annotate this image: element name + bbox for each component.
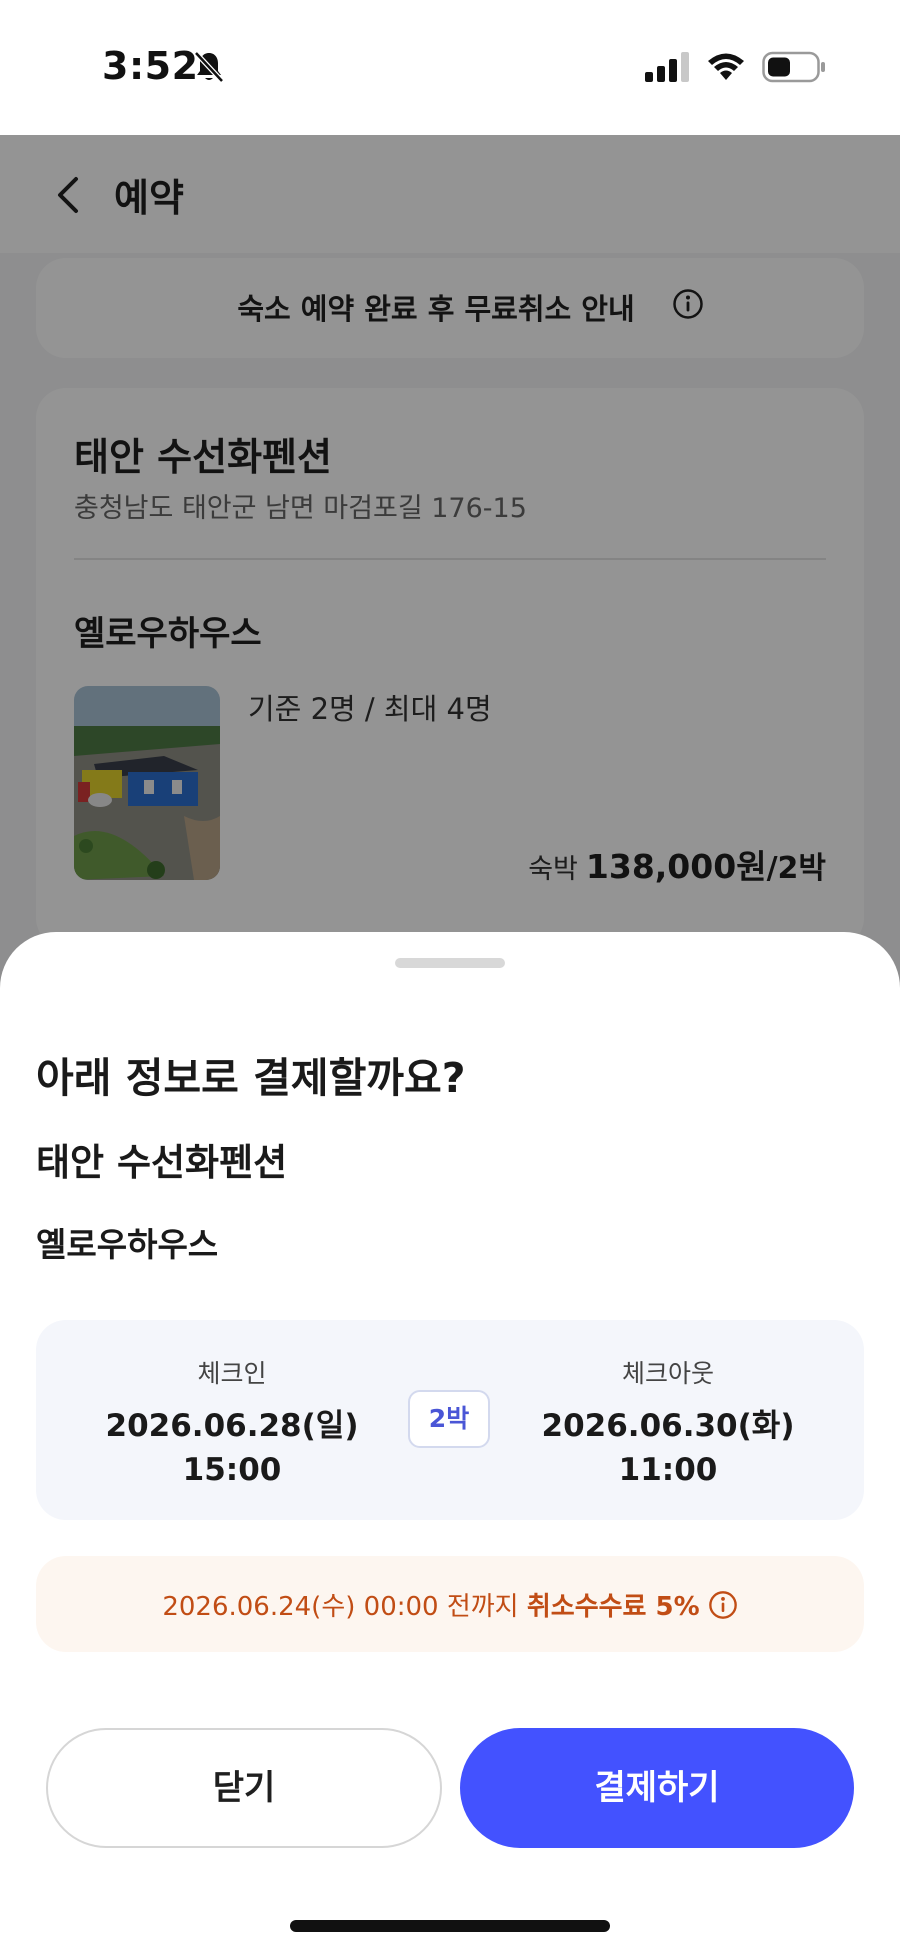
info-icon[interactable] bbox=[708, 1590, 738, 1620]
payment-confirm-sheet: 아래 정보로 결제할까요? 태안 수선화펜션 옐로우하우스 체크인 2026.0… bbox=[0, 932, 900, 1951]
sheet-title: 아래 정보로 결제할까요? bbox=[36, 1054, 466, 1102]
status-bar: 3:52 bbox=[0, 0, 900, 135]
wifi-icon bbox=[708, 53, 744, 80]
date-summary: 체크인 2026.06.28(일) 15:00 2박 체크아웃 2026.06.… bbox=[36, 1320, 864, 1520]
cancel-fee-rate: 취소수수료 5% bbox=[526, 1592, 700, 1622]
checkout-time: 11:00 bbox=[618, 1452, 718, 1488]
checkin-date: 2026.06.28(일) bbox=[105, 1408, 359, 1444]
nights-badge: 2박 bbox=[408, 1390, 490, 1448]
checkin-info: 체크인 2026.06.28(일) 15:00 bbox=[82, 1354, 382, 1492]
screen: 3:52 예약 숙소 예약 완료 후 무료취소 안내 태안 수선화펜션 충청남도… bbox=[0, 0, 900, 1951]
battery-icon bbox=[762, 51, 825, 83]
checkin-label: 체크인 bbox=[197, 1359, 267, 1388]
checkin-time: 15:00 bbox=[182, 1452, 282, 1488]
signal-icon bbox=[645, 52, 689, 82]
cancel-fee-deadline: 2026.06.24(수) 00:00 전까지 bbox=[162, 1592, 527, 1622]
pay-button[interactable]: 결제하기 bbox=[460, 1728, 854, 1848]
sheet-room-name: 옐로우하우스 bbox=[36, 1225, 219, 1264]
cancel-fee-notice: 2026.06.24(수) 00:00 전까지 취소수수료 5% bbox=[36, 1556, 864, 1652]
cancel-fee-text: 2026.06.24(수) 00:00 전까지 취소수수료 5% bbox=[36, 1586, 864, 1623]
checkout-info: 체크아웃 2026.06.30(화) 11:00 bbox=[518, 1354, 818, 1492]
status-time: 3:52 bbox=[102, 44, 199, 88]
sheet-stay-name: 태안 수선화펜션 bbox=[36, 1141, 288, 1184]
checkout-date: 2026.06.30(화) bbox=[541, 1408, 795, 1444]
home-indicator bbox=[290, 1920, 610, 1932]
close-button[interactable]: 닫기 bbox=[46, 1728, 442, 1848]
sheet-drag-handle[interactable] bbox=[395, 958, 505, 968]
bell-slash-icon bbox=[194, 51, 224, 83]
checkout-label: 체크아웃 bbox=[621, 1359, 714, 1388]
